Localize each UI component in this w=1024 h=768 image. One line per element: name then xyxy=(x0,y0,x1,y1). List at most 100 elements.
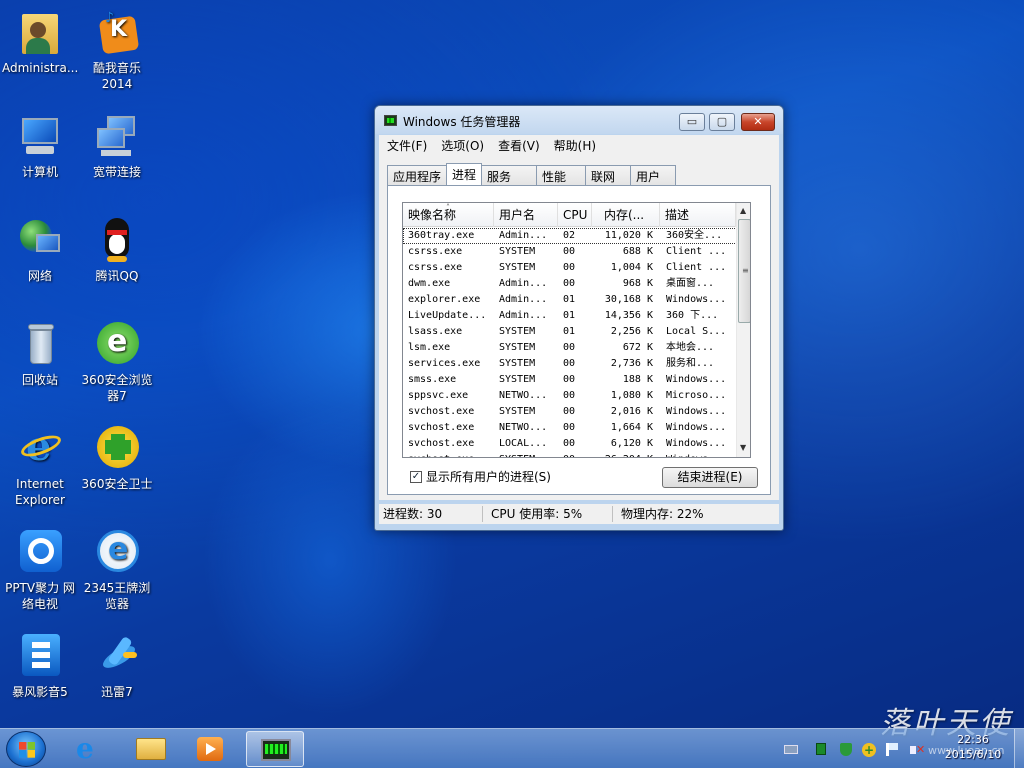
desktop-icon-pptv[interactable]: PPTV聚力 网络电视 xyxy=(2,528,78,612)
tab-processes[interactable]: 进程 xyxy=(446,163,483,185)
desktop-icon-360-safe[interactable]: 360安全卫士 xyxy=(79,424,155,492)
status-memory-usage: 物理内存: 22% xyxy=(621,507,704,521)
process-cpu: 00 xyxy=(563,278,576,289)
desktop-icon-label: 迅雷7 xyxy=(101,685,133,699)
process-row[interactable]: services.exe SYSTEM 00 2,736 K 服务和... xyxy=(403,356,737,372)
process-list[interactable]: ˄ 映像名称 用户名 CPU 内存(... 描述 360tray.exe Admi… xyxy=(402,202,751,458)
desktop-icon-administrator[interactable]: Administra... xyxy=(2,8,78,76)
process-name: smss.exe xyxy=(408,374,457,385)
show-all-users-option[interactable]: ✓ 显示所有用户的进程(S) xyxy=(410,468,551,485)
process-row[interactable]: lsm.exe SYSTEM 00 672 K 本地会... xyxy=(403,340,737,356)
start-button[interactable] xyxy=(6,731,46,767)
column-user-name[interactable]: 用户名 xyxy=(494,203,558,227)
scroll-down-icon[interactable]: ▼ xyxy=(740,443,746,452)
desktop-icon-internet-explorer[interactable]: e Internet Explorer xyxy=(2,424,78,508)
process-row[interactable]: dwm.exe Admin... 00 968 K 桌面窗... xyxy=(403,276,737,292)
column-memory[interactable]: 内存(... xyxy=(592,203,660,227)
process-name: svchost.exe xyxy=(408,438,475,449)
process-description: Microso... xyxy=(666,390,727,401)
desktop-icon-xunlei[interactable]: 迅雷7 xyxy=(79,632,155,700)
process-memory: 2,016 K xyxy=(610,406,653,417)
process-user: Admin... xyxy=(499,310,548,321)
process-row[interactable]: svchost.exe SYSTEM 0026,204 K Windows... xyxy=(403,452,737,457)
process-cpu: 00 xyxy=(563,438,576,449)
column-image-name[interactable]: ˄ 映像名称 xyxy=(403,203,494,227)
process-name: csrss.exe xyxy=(408,246,463,257)
process-row[interactable]: svchost.exe NETWO... 00 1,664 K Windows... xyxy=(403,420,737,436)
process-row[interactable]: csrss.exe SYSTEM 00 1,004 K Client ... xyxy=(403,260,737,276)
process-cpu: 02 xyxy=(563,230,576,241)
process-user: SYSTEM xyxy=(499,406,536,417)
taskbar-explorer[interactable] xyxy=(122,731,180,767)
desktop-icon-baofeng[interactable]: 暴风影音5 xyxy=(2,632,78,700)
process-user: NETWO... xyxy=(499,390,548,401)
desktop-icon-kuwo[interactable]: K ♪ 酷我音乐2014 xyxy=(79,8,155,92)
process-name: lsass.exe xyxy=(408,326,463,337)
process-description: Windows... xyxy=(666,294,727,305)
360-browser-icon: e xyxy=(93,320,141,368)
minimize-button[interactable]: ▭ xyxy=(679,113,705,131)
process-description: Windows... xyxy=(666,452,736,457)
close-button[interactable]: ✕ xyxy=(741,113,775,131)
pptv-icon xyxy=(16,528,64,576)
taskbar-task-manager[interactable] xyxy=(246,731,304,767)
desktop-icon-label: 360安全卫士 xyxy=(81,477,153,491)
process-row[interactable]: explorer.exe Admin... 01 30,168 K Windows... xyxy=(403,292,737,308)
tab-users[interactable]: 用户 xyxy=(630,165,677,185)
taskbar-ie[interactable]: e xyxy=(62,731,120,767)
process-row[interactable]: svchost.exe LOCAL... 00 6,120 K Windows... xyxy=(403,436,737,452)
desktop-icon-360-browser[interactable]: e 360安全浏览器7 xyxy=(79,320,155,404)
desktop-icon-computer[interactable]: 计算机 xyxy=(2,112,78,180)
process-user: SYSTEM xyxy=(499,326,536,337)
title-bar[interactable]: Windows 任务管理器 ▭ ▢ ✕ xyxy=(375,106,783,134)
desktop-icon-label: 酷我音乐2014 xyxy=(92,61,141,91)
process-description: Windows... xyxy=(666,438,727,449)
tab-applications[interactable]: 应用程序 xyxy=(387,165,448,185)
column-description[interactable]: 描述 xyxy=(660,203,736,227)
process-row[interactable]: 360tray.exe Admin... 02 11,020 K 360安全... xyxy=(403,228,737,244)
process-row[interactable]: sppsvc.exe NETWO... 00 1,080 K Microso... xyxy=(403,388,737,404)
desktop-icon-qq[interactable]: 腾讯QQ xyxy=(79,216,155,284)
desktop-icon-recycle-bin[interactable]: 回收站 xyxy=(2,320,78,388)
vertical-scrollbar[interactable]: ▲ ≡ ▼ xyxy=(736,203,750,457)
show-all-users-checkbox[interactable]: ✓ xyxy=(410,470,422,483)
scroll-up-icon[interactable]: ▲ xyxy=(740,206,746,215)
menu-options[interactable]: 选项(O) xyxy=(441,137,484,154)
process-row[interactable]: svchost.exe SYSTEM 00 2,016 K Windows... xyxy=(403,404,737,420)
process-row[interactable]: LiveUpdate... Admin... 01 14,356 K 360 下... xyxy=(403,308,737,324)
menu-view[interactable]: 查看(V) xyxy=(498,137,540,154)
flag-icon[interactable] xyxy=(886,743,900,756)
process-row[interactable]: csrss.exe SYSTEM 00 688 K Client ... xyxy=(403,244,737,260)
process-rows: 360tray.exe Admin... 02 11,020 K 360安全... csr… xyxy=(403,228,737,457)
desktop-icon-network[interactable]: 网络 xyxy=(2,216,78,284)
desktop-icon-2345-browser[interactable]: e 2345王牌浏览器 xyxy=(79,528,155,612)
tab-services[interactable]: 服务 xyxy=(481,165,538,185)
menu-help[interactable]: 帮助(H) xyxy=(554,137,596,154)
column-cpu[interactable]: CPU xyxy=(558,203,592,227)
process-memory: 968 K xyxy=(622,278,653,289)
window-title: Windows 任务管理器 xyxy=(403,115,521,129)
process-row[interactable]: smss.exe SYSTEM 00 188 K Windows... xyxy=(403,372,737,388)
network-status-icon[interactable] xyxy=(816,743,830,756)
menu-file[interactable]: 文件(F) xyxy=(387,137,427,154)
tab-performance[interactable]: 性能 xyxy=(536,165,587,185)
end-process-button[interactable]: 结束进程(E) xyxy=(662,467,758,488)
shield-icon[interactable] xyxy=(840,743,854,756)
volume-muted-icon[interactable]: ✕ xyxy=(910,743,925,756)
show-desktop-button[interactable] xyxy=(1014,729,1024,768)
process-row[interactable]: lsass.exe SYSTEM 01 2,256 K Local S... xyxy=(403,324,737,340)
taskbar-media-player[interactable] xyxy=(182,731,240,767)
scroll-thumb[interactable]: ≡ xyxy=(738,219,750,323)
process-description: Client ... xyxy=(666,262,727,273)
kuwo-music-icon: K ♪ xyxy=(93,8,141,56)
maximize-button[interactable]: ▢ xyxy=(709,113,735,131)
process-description: 本地会... xyxy=(666,342,715,353)
360-safe-tray-icon[interactable]: + xyxy=(862,743,876,757)
process-user: LOCAL... xyxy=(499,438,548,449)
process-list-header: ˄ 映像名称 用户名 CPU 内存(... 描述 xyxy=(403,203,750,227)
task-manager-icon xyxy=(384,115,397,126)
keyboard-icon[interactable] xyxy=(784,743,798,756)
desktop-icon-broadband[interactable]: 宽带连接 xyxy=(79,112,155,180)
tab-networking[interactable]: 联网 xyxy=(585,165,632,185)
process-name: explorer.exe xyxy=(408,294,481,305)
